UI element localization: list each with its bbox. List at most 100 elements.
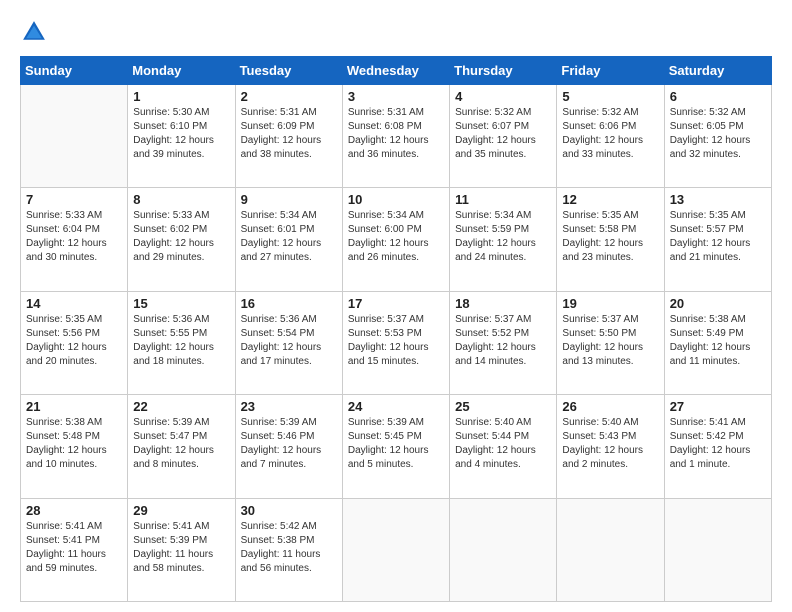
day-info: Sunrise: 5:33 AM Sunset: 6:04 PM Dayligh…: [26, 209, 122, 265]
day-info: Sunrise: 5:32 AM Sunset: 6:05 PM Dayligh…: [670, 106, 766, 162]
day-number: 29: [133, 503, 229, 518]
day-info: Sunrise: 5:37 AM Sunset: 5:50 PM Dayligh…: [562, 313, 658, 369]
day-info: Sunrise: 5:35 AM Sunset: 5:56 PM Dayligh…: [26, 313, 122, 369]
calendar-cell: 19Sunrise: 5:37 AM Sunset: 5:50 PM Dayli…: [557, 291, 664, 394]
page: SundayMondayTuesdayWednesdayThursdayFrid…: [0, 0, 792, 612]
day-info: Sunrise: 5:31 AM Sunset: 6:08 PM Dayligh…: [348, 106, 444, 162]
day-number: 18: [455, 296, 551, 311]
calendar-cell: [557, 498, 664, 601]
day-number: 30: [241, 503, 337, 518]
day-info: Sunrise: 5:38 AM Sunset: 5:48 PM Dayligh…: [26, 416, 122, 472]
day-number: 16: [241, 296, 337, 311]
day-number: 1: [133, 89, 229, 104]
day-info: Sunrise: 5:42 AM Sunset: 5:38 PM Dayligh…: [241, 520, 337, 576]
day-number: 12: [562, 192, 658, 207]
day-info: Sunrise: 5:41 AM Sunset: 5:39 PM Dayligh…: [133, 520, 229, 576]
day-info: Sunrise: 5:30 AM Sunset: 6:10 PM Dayligh…: [133, 106, 229, 162]
day-number: 17: [348, 296, 444, 311]
calendar-cell: 1 Sunrise: 5:30 AM Sunset: 6:10 PM Daylig…: [128, 85, 235, 188]
week-row-3: 14 Sunrise: 5:35 AM Sunset: 5:56 PM Dayli…: [21, 291, 772, 394]
calendar-cell: 24 Sunrise: 5:39 AM Sunset: 5:45 PM Dayli…: [342, 395, 449, 498]
day-info: Sunrise: 5:34 AM Sunset: 6:01 PM Dayligh…: [241, 209, 337, 265]
day-info: Sunrise: 5:37 AM Sunset: 5:53 PM Dayligh…: [348, 313, 444, 369]
calendar-cell: [21, 85, 128, 188]
week-row-4: 21 Sunrise: 5:38 AM Sunset: 5:48 PM Dayli…: [21, 395, 772, 498]
calendar-cell: 18Sunrise: 5:37 AM Sunset: 5:52 PM Dayli…: [450, 291, 557, 394]
weekday-header-monday: Monday: [128, 57, 235, 85]
day-number: 9: [241, 192, 337, 207]
day-number: 3: [348, 89, 444, 104]
calendar-cell: 21 Sunrise: 5:38 AM Sunset: 5:48 PM Dayli…: [21, 395, 128, 498]
day-number: 8: [133, 192, 229, 207]
calendar-cell: [450, 498, 557, 601]
day-number: 28: [26, 503, 122, 518]
day-number: 5: [562, 89, 658, 104]
calendar-cell: 27 Sunrise: 5:41 AM Sunset: 5:42 PM Dayli…: [664, 395, 771, 498]
day-number: 24: [348, 399, 444, 414]
weekday-header-tuesday: Tuesday: [235, 57, 342, 85]
day-number: 25: [455, 399, 551, 414]
week-row-5: 28 Sunrise: 5:41 AM Sunset: 5:41 PM Dayli…: [21, 498, 772, 601]
day-info: Sunrise: 5:34 AM Sunset: 6:00 PM Dayligh…: [348, 209, 444, 265]
calendar-cell: 11Sunrise: 5:34 AM Sunset: 5:59 PM Dayli…: [450, 188, 557, 291]
day-number: 4: [455, 89, 551, 104]
weekday-header-wednesday: Wednesday: [342, 57, 449, 85]
day-number: 11: [455, 192, 551, 207]
day-info: Sunrise: 5:32 AM Sunset: 6:07 PM Dayligh…: [455, 106, 551, 162]
calendar-cell: 23 Sunrise: 5:39 AM Sunset: 5:46 PM Dayli…: [235, 395, 342, 498]
weekday-header-row: SundayMondayTuesdayWednesdayThursdayFrid…: [21, 57, 772, 85]
calendar-cell: 30 Sunrise: 5:42 AM Sunset: 5:38 PM Dayli…: [235, 498, 342, 601]
header: [20, 18, 772, 46]
calendar-cell: 22 Sunrise: 5:39 AM Sunset: 5:47 PM Dayli…: [128, 395, 235, 498]
day-info: Sunrise: 5:32 AM Sunset: 6:06 PM Dayligh…: [562, 106, 658, 162]
day-number: 7: [26, 192, 122, 207]
day-info: Sunrise: 5:38 AM Sunset: 5:49 PM Dayligh…: [670, 313, 766, 369]
day-number: 20: [670, 296, 766, 311]
day-number: 14: [26, 296, 122, 311]
calendar-cell: 5 Sunrise: 5:32 AM Sunset: 6:06 PM Daylig…: [557, 85, 664, 188]
weekday-header-friday: Friday: [557, 57, 664, 85]
calendar-cell: 8 Sunrise: 5:33 AM Sunset: 6:02 PM Daylig…: [128, 188, 235, 291]
day-info: Sunrise: 5:35 AM Sunset: 5:57 PM Dayligh…: [670, 209, 766, 265]
weekday-header-sunday: Sunday: [21, 57, 128, 85]
calendar-cell: 7 Sunrise: 5:33 AM Sunset: 6:04 PM Daylig…: [21, 188, 128, 291]
calendar-cell: 13 Sunrise: 5:35 AM Sunset: 5:57 PM Dayli…: [664, 188, 771, 291]
day-info: Sunrise: 5:40 AM Sunset: 5:43 PM Dayligh…: [562, 416, 658, 472]
week-row-1: 1 Sunrise: 5:30 AM Sunset: 6:10 PM Daylig…: [21, 85, 772, 188]
logo-icon: [20, 18, 48, 46]
day-info: Sunrise: 5:39 AM Sunset: 5:45 PM Dayligh…: [348, 416, 444, 472]
weekday-header-saturday: Saturday: [664, 57, 771, 85]
day-info: Sunrise: 5:33 AM Sunset: 6:02 PM Dayligh…: [133, 209, 229, 265]
day-number: 10: [348, 192, 444, 207]
day-info: Sunrise: 5:41 AM Sunset: 5:41 PM Dayligh…: [26, 520, 122, 576]
day-number: 21: [26, 399, 122, 414]
day-number: 26: [562, 399, 658, 414]
week-row-2: 7 Sunrise: 5:33 AM Sunset: 6:04 PM Daylig…: [21, 188, 772, 291]
calendar-cell: 26 Sunrise: 5:40 AM Sunset: 5:43 PM Dayli…: [557, 395, 664, 498]
day-number: 15: [133, 296, 229, 311]
calendar-cell: 16Sunrise: 5:36 AM Sunset: 5:54 PM Dayli…: [235, 291, 342, 394]
day-number: 13: [670, 192, 766, 207]
calendar-cell: [664, 498, 771, 601]
calendar-cell: 28 Sunrise: 5:41 AM Sunset: 5:41 PM Dayli…: [21, 498, 128, 601]
calendar-cell: 6Sunrise: 5:32 AM Sunset: 6:05 PM Daylig…: [664, 85, 771, 188]
calendar-cell: 4 Sunrise: 5:32 AM Sunset: 6:07 PM Daylig…: [450, 85, 557, 188]
calendar-cell: 9 Sunrise: 5:34 AM Sunset: 6:01 PM Daylig…: [235, 188, 342, 291]
calendar-cell: 17 Sunrise: 5:37 AM Sunset: 5:53 PM Dayli…: [342, 291, 449, 394]
day-info: Sunrise: 5:35 AM Sunset: 5:58 PM Dayligh…: [562, 209, 658, 265]
calendar-cell: 14 Sunrise: 5:35 AM Sunset: 5:56 PM Dayli…: [21, 291, 128, 394]
calendar-cell: 2Sunrise: 5:31 AM Sunset: 6:09 PM Daylig…: [235, 85, 342, 188]
day-number: 23: [241, 399, 337, 414]
day-number: 27: [670, 399, 766, 414]
day-info: Sunrise: 5:41 AM Sunset: 5:42 PM Dayligh…: [670, 416, 766, 472]
day-info: Sunrise: 5:39 AM Sunset: 5:47 PM Dayligh…: [133, 416, 229, 472]
day-info: Sunrise: 5:31 AM Sunset: 6:09 PM Dayligh…: [241, 106, 337, 162]
calendar-cell: 10 Sunrise: 5:34 AM Sunset: 6:00 PM Dayli…: [342, 188, 449, 291]
calendar-cell: 12 Sunrise: 5:35 AM Sunset: 5:58 PM Dayli…: [557, 188, 664, 291]
calendar-table: SundayMondayTuesdayWednesdayThursdayFrid…: [20, 56, 772, 602]
day-info: Sunrise: 5:39 AM Sunset: 5:46 PM Dayligh…: [241, 416, 337, 472]
calendar-cell: 20 Sunrise: 5:38 AM Sunset: 5:49 PM Dayli…: [664, 291, 771, 394]
calendar-cell: 3 Sunrise: 5:31 AM Sunset: 6:08 PM Daylig…: [342, 85, 449, 188]
day-number: 22: [133, 399, 229, 414]
calendar-cell: 25Sunrise: 5:40 AM Sunset: 5:44 PM Dayli…: [450, 395, 557, 498]
